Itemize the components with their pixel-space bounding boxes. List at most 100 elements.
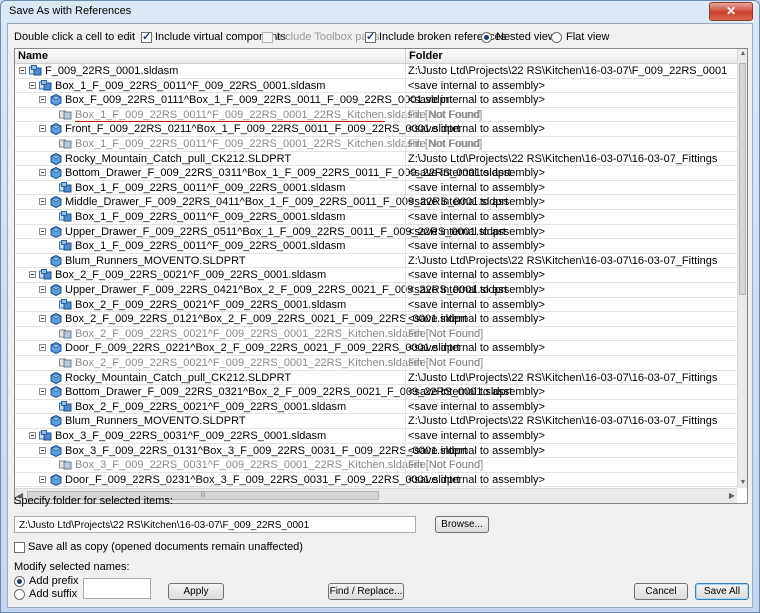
table-row[interactable]: Box_F_009_22RS_0111^Box_1_F_009_22RS_001…	[15, 93, 737, 108]
cancel-button[interactable]: Cancel	[634, 583, 688, 600]
reference-name[interactable]: Box_2_F_009_22RS_0121^Box_2_F_009_22RS_0…	[65, 313, 467, 325]
table-row[interactable]: Middle_Drawer_F_009_22RS_0411^Box_1_F_00…	[15, 195, 737, 210]
save-all-button[interactable]: Save All	[695, 583, 749, 600]
reference-name[interactable]: Box_1_F_009_22RS_0011^F_009_22RS_0001.sl…	[55, 80, 325, 92]
reference-folder[interactable]: Z:\Justo Ltd\Projects\22 RS\Kitchen\16-0…	[408, 255, 717, 267]
scroll-up-icon[interactable]: ▲	[739, 49, 747, 59]
reference-folder[interactable]: File Not Found	[408, 138, 480, 150]
add-suffix-radio[interactable]: Add suffix	[14, 588, 77, 600]
reference-folder[interactable]: Z:\Justo Ltd\Projects\22 RS\Kitchen\16-0…	[408, 153, 717, 165]
collapse-toggle-icon[interactable]	[39, 315, 46, 323]
apply-button[interactable]: Apply	[168, 583, 224, 600]
reference-name[interactable]: Box_F_009_22RS_0111^Box_1_F_009_22RS_001…	[65, 94, 452, 106]
reference-name[interactable]: Box_2_F_009_22RS_0021^F_009_22RS_0001.sl…	[75, 401, 346, 413]
table-row[interactable]: Box_2_F_009_22RS_0021^F_009_22RS_0001.sl…	[15, 268, 737, 283]
reference-name[interactable]: Box_1_F_009_22RS_0011^F_009_22RS_0001.sl…	[75, 182, 345, 194]
collapse-toggle-icon[interactable]	[39, 169, 46, 177]
collapse-toggle-icon[interactable]	[39, 344, 46, 352]
column-separator[interactable]	[405, 49, 406, 63]
column-header-folder[interactable]: Folder	[409, 50, 443, 62]
reference-folder[interactable]: <save internal to assembly>	[408, 196, 545, 208]
table-row[interactable]: Blum_Runners_MOVENTO.SLDPRT Z:\Justo Ltd\…	[15, 414, 737, 429]
reference-folder[interactable]: <save internal to assembly>	[408, 401, 545, 413]
collapse-toggle-icon[interactable]	[19, 67, 26, 74]
reference-folder[interactable]: <save internal to assembly>	[408, 299, 545, 311]
collapse-toggle-icon[interactable]	[39, 198, 46, 206]
reference-name[interactable]: Rocky_Mountain_Catch_pull_CK212.SLDPRT	[65, 153, 291, 165]
reference-folder[interactable]: Z:\Justo Ltd\Projects\22 RS\Kitchen\16-0…	[408, 415, 717, 427]
scroll-right-icon[interactable]: ▶	[729, 491, 735, 500]
table-row[interactable]: Box_2_F_009_22RS_0021^F_009_22RS_0001.sl…	[15, 297, 737, 313]
table-row[interactable]: Box_1_F_009_22RS_0011^F_009_22RS_0001_22…	[15, 137, 737, 152]
table-row[interactable]: Upper_Drawer_F_009_22RS_0421^Box_2_F_009…	[15, 283, 737, 298]
reference-name[interactable]: Box_2_F_009_22RS_0021^F_009_22RS_0001.sl…	[55, 269, 326, 281]
reference-folder[interactable]: File Not Found	[408, 357, 480, 369]
reference-name[interactable]: Box_1_F_009_22RS_0011^F_009_22RS_0001.sl…	[75, 240, 345, 252]
reference-name[interactable]: Box_3_F_009_22RS_0131^Box_3_F_009_22RS_0…	[65, 445, 467, 457]
prefix-input[interactable]	[83, 578, 151, 599]
reference-folder[interactable]: File Not Found	[408, 109, 480, 121]
table-row[interactable]: Box_2_F_009_22RS_0021^F_009_22RS_0001_22…	[15, 356, 737, 371]
reference-folder[interactable]: <save internal to assembly>	[408, 313, 545, 325]
collapse-toggle-icon[interactable]	[39, 227, 46, 235]
table-row[interactable]: Box_2_F_009_22RS_0021^F_009_22RS_0001.sl…	[15, 399, 737, 415]
folder-path-input[interactable]: Z:\Justo Ltd\Projects\22 RS\Kitchen\16-0…	[14, 516, 416, 533]
reference-folder[interactable]: File Not Found	[408, 459, 480, 471]
table-row[interactable]: Bottom_Drawer_F_009_22RS_0311^Box_1_F_00…	[15, 166, 737, 181]
reference-folder[interactable]: <save internal to assembly>	[408, 430, 545, 442]
reference-folder[interactable]: File Not Found	[408, 328, 480, 340]
table-row[interactable]: Box_3_F_009_22RS_0131^Box_3_F_009_22RS_0…	[15, 443, 737, 459]
vertical-scrollbar[interactable]: ▲ ▼	[737, 49, 747, 488]
reference-name[interactable]: Rocky_Mountain_Catch_pull_CK212.SLDPRT	[65, 372, 291, 384]
table-row[interactable]: Box_1_F_009_22RS_0011^F_009_22RS_0001.sl…	[15, 78, 737, 94]
reference-name[interactable]: Box_1_F_009_22RS_0011^F_009_22RS_0001.sl…	[75, 211, 345, 223]
table-row[interactable]: Door_F_009_22RS_0221^Box_2_F_009_22RS_00…	[15, 341, 737, 356]
close-button[interactable]: ✕	[709, 2, 753, 21]
table-row[interactable]: Blum_Runners_MOVENTO.SLDPRT Z:\Justo Ltd\…	[15, 253, 737, 269]
reference-name[interactable]: Blum_Runners_MOVENTO.SLDPRT	[65, 415, 246, 427]
reference-folder[interactable]: <save internal to assembly>	[408, 211, 545, 223]
reference-folder[interactable]: <save internal to assembly>	[408, 167, 545, 179]
table-row[interactable]: Box_3_F_009_22RS_0031^F_009_22RS_0001_22…	[15, 458, 737, 473]
nested-view-radio[interactable]: Nested view	[481, 31, 556, 43]
collapse-toggle-icon[interactable]	[29, 271, 36, 279]
table-row[interactable]: Bottom_Drawer_F_009_22RS_0321^Box_2_F_00…	[15, 385, 737, 400]
reference-name[interactable]: F_009_22RS_0001.sldasm	[45, 65, 178, 77]
column-header-name[interactable]: Name	[18, 50, 48, 62]
save-as-copy-checkbox[interactable]: Save all as copy (opened documents remai…	[14, 541, 303, 553]
reference-folder[interactable]: <save internal to assembly>	[408, 240, 545, 252]
reference-name[interactable]: Front_F_009_22RS_0211^Box_1_F_009_22RS_0…	[65, 123, 460, 135]
table-row[interactable]: Box_3_F_009_22RS_0031^F_009_22RS_0001.sl…	[15, 429, 737, 444]
table-row[interactable]: F_009_22RS_0001.sldasm Z:\Justo Ltd\Proje…	[15, 64, 737, 79]
reference-name[interactable]: Door_F_009_22RS_0221^Box_2_F_009_22RS_00…	[65, 342, 460, 354]
reference-name[interactable]: Blum_Runners_MOVENTO.SLDPRT	[65, 255, 246, 267]
reference-folder[interactable]: <save internal to assembly>	[408, 342, 545, 354]
reference-folder[interactable]: <save internal to assembly>	[408, 226, 545, 238]
references-grid[interactable]: Name Folder F_009_22RS_0001.sldasm Z:\Jus…	[14, 48, 748, 504]
collapse-toggle-icon[interactable]	[39, 96, 46, 104]
find-replace-button[interactable]: Find / Replace...	[328, 583, 404, 600]
collapse-toggle-icon[interactable]	[39, 286, 46, 293]
reference-folder[interactable]: <save internal to assembly>	[408, 445, 545, 457]
table-row[interactable]: Box_1_F_009_22RS_0011^F_009_22RS_0001.sl…	[15, 180, 737, 196]
reference-name[interactable]: Box_2_F_009_22RS_0021^F_009_22RS_0001.sl…	[75, 299, 346, 311]
table-row[interactable]: Rocky_Mountain_Catch_pull_CK212.SLDPRT Z:…	[15, 151, 737, 167]
reference-folder[interactable]: Z:\Justo Ltd\Projects\22 RS\Kitchen\16-0…	[408, 65, 727, 77]
collapse-toggle-icon[interactable]	[29, 81, 36, 89]
reference-folder[interactable]: <save internal to assembly>	[408, 123, 545, 135]
table-row[interactable]: Box_2_F_009_22RS_0021^F_009_22RS_0001_22…	[15, 326, 737, 342]
collapse-toggle-icon[interactable]	[39, 388, 46, 396]
add-prefix-radio[interactable]: Add prefix	[14, 575, 79, 587]
reference-folder[interactable]: <save internal to assembly>	[408, 182, 545, 194]
scroll-down-icon[interactable]: ▼	[739, 478, 747, 488]
reference-folder[interactable]: <save internal to assembly>	[408, 80, 545, 92]
reference-folder[interactable]: Z:\Justo Ltd\Projects\22 RS\Kitchen\16-0…	[408, 372, 717, 384]
reference-folder[interactable]: <save internal to assembly>	[408, 386, 545, 398]
reference-name[interactable]: Door_F_009_22RS_0231^Box_3_F_009_22RS_00…	[65, 474, 460, 486]
reference-folder[interactable]: <save internal to assembly>	[408, 94, 545, 106]
collapse-toggle-icon[interactable]	[29, 432, 36, 439]
table-row[interactable]: Box_1_F_009_22RS_0011^F_009_22RS_0001_22…	[15, 107, 737, 123]
collapse-toggle-icon[interactable]	[39, 125, 46, 133]
collapse-toggle-icon[interactable]	[39, 475, 46, 483]
collapse-toggle-icon[interactable]	[39, 446, 46, 454]
